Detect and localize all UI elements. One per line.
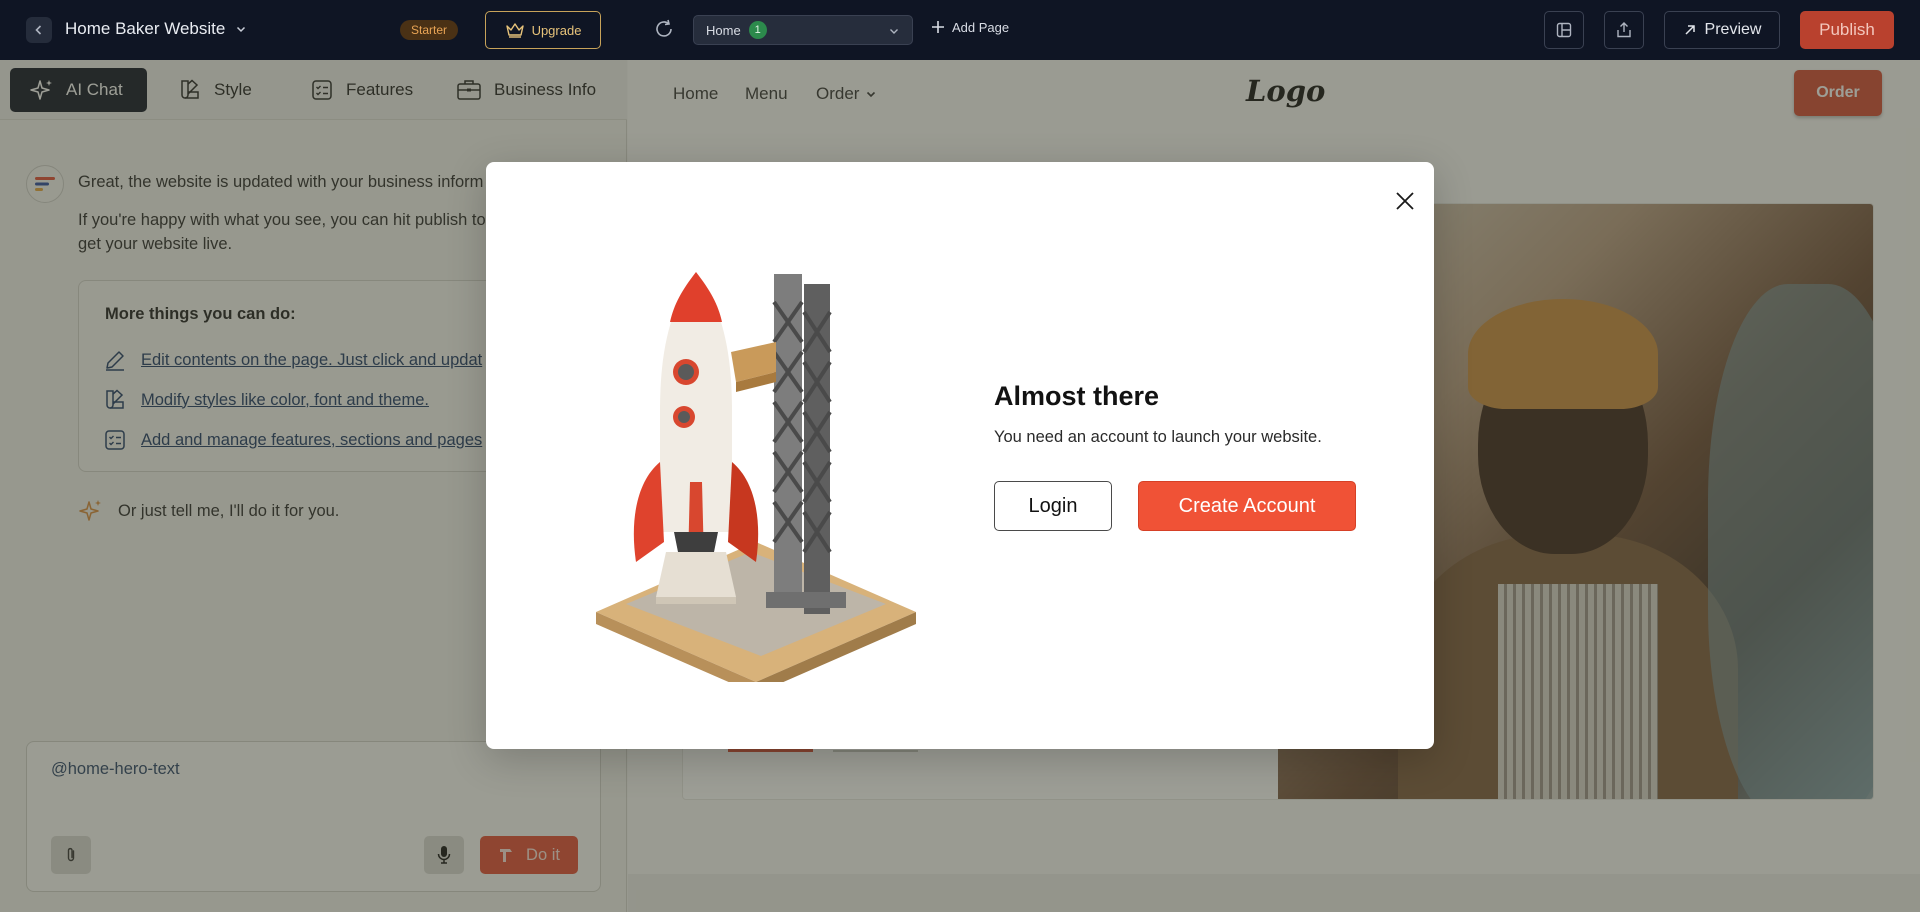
back-button[interactable] <box>26 17 52 43</box>
login-button[interactable]: Login <box>994 481 1112 531</box>
add-page-button[interactable]: Add Page <box>930 19 1009 35</box>
plus-icon <box>932 21 944 33</box>
create-account-button[interactable]: Create Account <box>1138 481 1356 531</box>
upgrade-label: Upgrade <box>531 22 582 38</box>
page-select-value: Home <box>706 22 741 38</box>
close-icon <box>1396 192 1414 210</box>
share-icon <box>1617 22 1631 38</box>
account-required-modal: Almost there You need an account to laun… <box>486 162 1434 749</box>
page-select[interactable]: Home 1 <box>693 15 913 45</box>
preview-button[interactable]: Preview <box>1664 11 1780 49</box>
layout-icon <box>1556 22 1572 38</box>
arrow-up-right-icon <box>1685 25 1695 35</box>
preview-label: Preview <box>1704 21 1762 38</box>
modal-subtitle: You need an account to launch your websi… <box>994 428 1322 446</box>
top-bar: Home Baker Website Starter Upgrade Home … <box>0 0 1920 60</box>
upgrade-button[interactable]: Upgrade <box>485 11 601 49</box>
refresh-icon[interactable] <box>653 18 675 45</box>
plan-badge: Starter <box>400 20 459 40</box>
layout-button[interactable] <box>1544 11 1584 49</box>
site-title-dropdown[interactable]: Home Baker Website <box>65 19 247 39</box>
share-button[interactable] <box>1604 11 1644 49</box>
chevron-down-icon <box>237 26 246 33</box>
chevron-down-icon <box>890 29 898 34</box>
site-title: Home Baker Website <box>65 19 226 38</box>
modal-title: Almost there <box>994 381 1160 411</box>
publish-button[interactable]: Publish <box>1800 11 1894 49</box>
crown-icon <box>505 23 524 38</box>
close-button[interactable] <box>1390 186 1420 216</box>
add-page-label: Add Page <box>952 19 1010 35</box>
chevron-left-icon <box>35 25 42 35</box>
rocket-illustration <box>596 272 916 682</box>
page-count-badge: 1 <box>748 21 767 39</box>
